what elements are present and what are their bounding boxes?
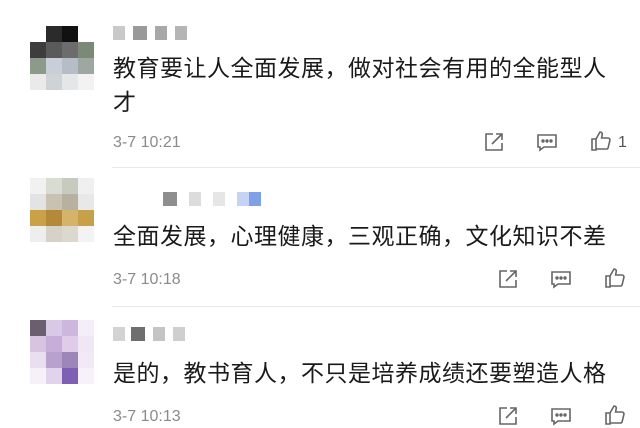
like-count: 1	[618, 134, 627, 151]
username[interactable]	[113, 26, 187, 40]
comment-item: 全面发展，心理健康，三观正确，文化知识不差 3-7 10:18	[0, 168, 640, 306]
avatar[interactable]	[30, 178, 94, 242]
timestamp: 3-7 10:13	[113, 408, 181, 425]
timestamp: 3-7 10:21	[113, 134, 181, 151]
thumbs-up-icon[interactable]	[603, 266, 627, 290]
reply-icon[interactable]	[549, 267, 573, 291]
comment-text-line: 全面发展，心理健康，三观正确，文化知识不差	[113, 224, 607, 250]
reply-icon[interactable]	[535, 130, 559, 154]
thumbs-up-icon[interactable]	[603, 403, 627, 427]
timestamp: 3-7 10:18	[113, 271, 181, 288]
comment-item: 教育要让人全面发展，做对社会有用的全能型人 才 3-7 10:21 1	[0, 0, 640, 160]
share-icon[interactable]	[496, 404, 520, 428]
share-icon[interactable]	[482, 130, 506, 154]
thumbs-up-icon[interactable]	[589, 129, 613, 153]
avatar[interactable]	[30, 320, 94, 384]
username[interactable]	[113, 327, 185, 341]
comment-text-line: 教育要让人全面发展，做对社会有用的全能型人	[113, 56, 607, 82]
share-icon[interactable]	[496, 267, 520, 291]
username[interactable]	[113, 192, 261, 206]
comment-text-line: 才	[113, 90, 137, 116]
comment-text: 全面发展，心理健康，三观正确，文化知识不差	[113, 220, 607, 254]
comment-item: 是的，教书育人，不只是培养成绩还要塑造人格 3-7 10:13	[0, 307, 640, 428]
reply-icon[interactable]	[549, 404, 573, 428]
comment-text: 是的，教书育人，不只是培养成绩还要塑造人格	[113, 357, 607, 391]
avatar[interactable]	[30, 26, 94, 90]
comment-text: 教育要让人全面发展，做对社会有用的全能型人 才	[113, 52, 607, 120]
comment-text-line: 是的，教书育人，不只是培养成绩还要塑造人格	[113, 361, 607, 387]
